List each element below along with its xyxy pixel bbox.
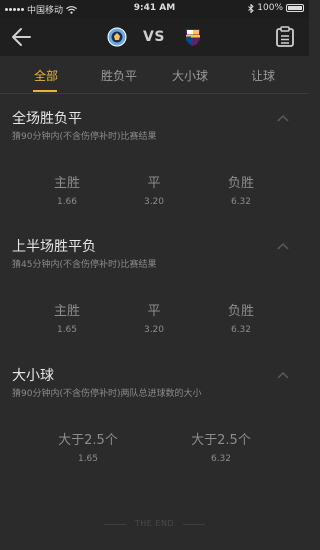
- document-list-icon[interactable]: [275, 26, 295, 48]
- status-bar: 中国移动 9:41 AM 100%: [0, 0, 309, 18]
- bluetooth-icon: [248, 3, 254, 13]
- bet-option-draw[interactable]: 平 3.20: [109, 300, 199, 335]
- option-odds: 3.20: [143, 325, 165, 335]
- section-half-time-result: 上半场胜平负 猜45分钟内(不含伤停补时)比赛结果 主胜 1.65 平 3.20…: [0, 236, 309, 346]
- status-right: 100%: [248, 3, 304, 13]
- tab-all[interactable]: 全部: [34, 67, 58, 84]
- bet-option-away-win[interactable]: 负胜 6.32: [196, 172, 286, 207]
- option-odds: 1.65: [56, 325, 78, 335]
- option-label: 主胜: [53, 304, 80, 319]
- section-subtitle: 猜90分钟内(不含伤停补时)比赛结果: [12, 132, 157, 142]
- active-tab-indicator: [33, 90, 57, 92]
- option-odds: 6.32: [210, 454, 232, 464]
- end-divider-right: [183, 524, 205, 525]
- section-title: 上半场胜平负: [12, 239, 96, 255]
- option-odds: 1.66: [56, 197, 78, 207]
- section-subtitle: 猜45分钟内(不含伤停补时)比赛结果: [12, 260, 157, 270]
- chevron-up-icon[interactable]: [277, 371, 289, 379]
- chevron-up-icon[interactable]: [277, 242, 289, 250]
- tab-bar: 全部 胜负平 大小球 让球: [0, 56, 309, 94]
- section-full-time-result: 全场胜负平 猜90分钟内(不含伤停补时)比赛结果 主胜 1.66 平 3.20 …: [0, 108, 309, 218]
- back-arrow-icon[interactable]: [10, 26, 34, 48]
- bet-option-home-win[interactable]: 主胜 1.66: [22, 172, 112, 207]
- bet-option-draw[interactable]: 平 3.20: [109, 172, 199, 207]
- option-label: 主胜: [53, 176, 80, 191]
- option-label: 平: [147, 304, 161, 319]
- battery-percent: 100%: [257, 3, 283, 13]
- chevron-up-icon[interactable]: [277, 114, 289, 122]
- option-odds: 6.32: [230, 325, 252, 335]
- barcelona-crest-icon: [186, 29, 200, 46]
- option-odds: 3.20: [143, 197, 165, 207]
- bet-option-under[interactable]: 大于2.5个 6.32: [176, 429, 266, 464]
- vs-label: VS: [143, 29, 165, 45]
- tab-over-under[interactable]: 大小球: [172, 67, 208, 84]
- option-label: 负胜: [227, 176, 254, 191]
- man-city-crest-icon: [107, 27, 127, 47]
- option-label: 大于2.5个: [191, 433, 251, 448]
- option-label: 平: [147, 176, 161, 191]
- section-title: 全场胜负平: [12, 111, 82, 127]
- bet-option-home-win[interactable]: 主胜 1.65: [22, 300, 112, 335]
- battery-icon: [286, 4, 304, 12]
- section-subtitle: 猜90分钟内(不含伤停补时)两队总进球数的大小: [12, 389, 202, 399]
- option-odds: 6.32: [230, 197, 252, 207]
- option-label: 负胜: [227, 304, 254, 319]
- bet-option-away-win[interactable]: 负胜 6.32: [196, 300, 286, 335]
- option-odds: 1.65: [77, 454, 99, 464]
- nav-bar: VS: [0, 18, 309, 56]
- tab-handicap[interactable]: 让球: [251, 67, 275, 84]
- section-title: 大小球: [12, 368, 54, 384]
- end-marker: THE END: [134, 519, 175, 528]
- tab-win-draw-lose[interactable]: 胜负平: [101, 67, 137, 84]
- bet-option-over[interactable]: 大于2.5个 1.65: [43, 429, 133, 464]
- option-label: 大于2.5个: [58, 433, 118, 448]
- section-over-under: 大小球 猜90分钟内(不含伤停补时)两队总进球数的大小 大于2.5个 1.65 …: [0, 365, 309, 475]
